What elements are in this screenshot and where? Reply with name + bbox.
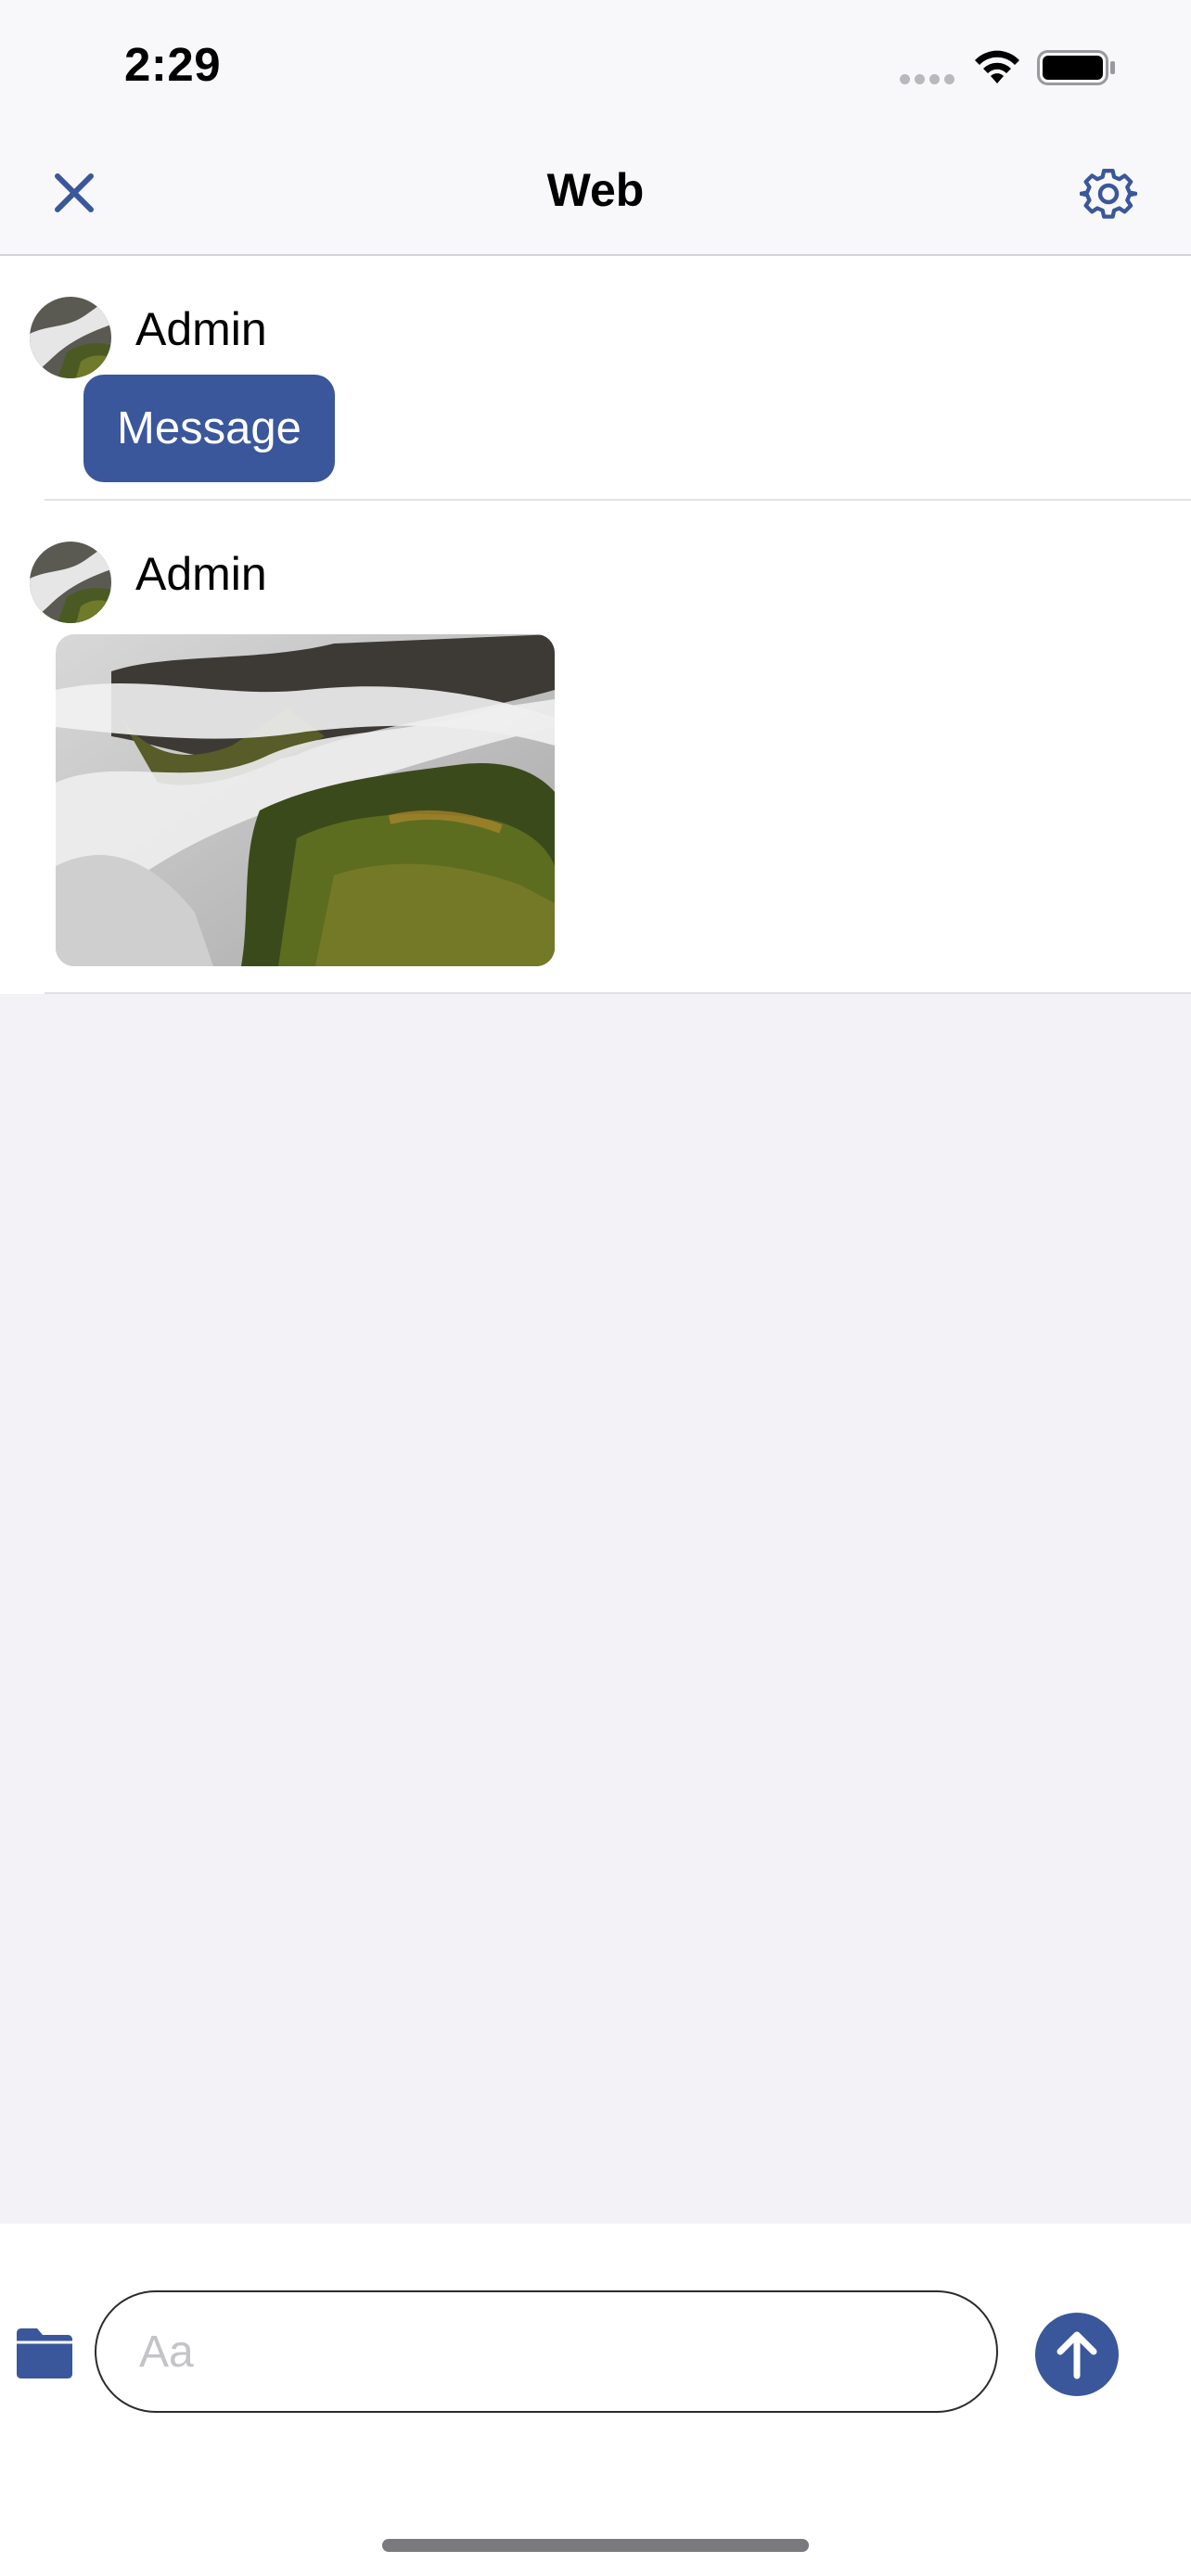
- compose-bar: [0, 2224, 1191, 2576]
- folder-icon[interactable]: [15, 2324, 74, 2383]
- send-button[interactable]: [1035, 2313, 1119, 2396]
- wifi-icon: [975, 50, 1019, 83]
- message-item: Admin: [30, 501, 1191, 994]
- arrow-up-icon: [1057, 2331, 1097, 2379]
- cellular-signal-icon: [900, 72, 959, 89]
- avatar[interactable]: [30, 542, 111, 623]
- message-list: Admin Message Admin: [0, 256, 1191, 994]
- sender-name: Admin: [135, 303, 267, 355]
- gear-icon[interactable]: [1080, 165, 1137, 223]
- status-bar: 2:29: [0, 0, 1191, 135]
- message-item: Admin Message: [30, 256, 1191, 501]
- battery-icon: [1037, 50, 1115, 85]
- message-input[interactable]: [95, 2290, 998, 2413]
- home-indicator: [382, 2539, 809, 2552]
- sender-name: Admin: [135, 548, 267, 600]
- status-time: 2:29: [124, 38, 222, 91]
- navigation-bar: Web: [0, 135, 1191, 256]
- avatar[interactable]: [30, 297, 111, 378]
- page-title: Web: [546, 164, 645, 216]
- message-image[interactable]: [56, 634, 555, 966]
- message-bubble[interactable]: Message: [83, 375, 335, 482]
